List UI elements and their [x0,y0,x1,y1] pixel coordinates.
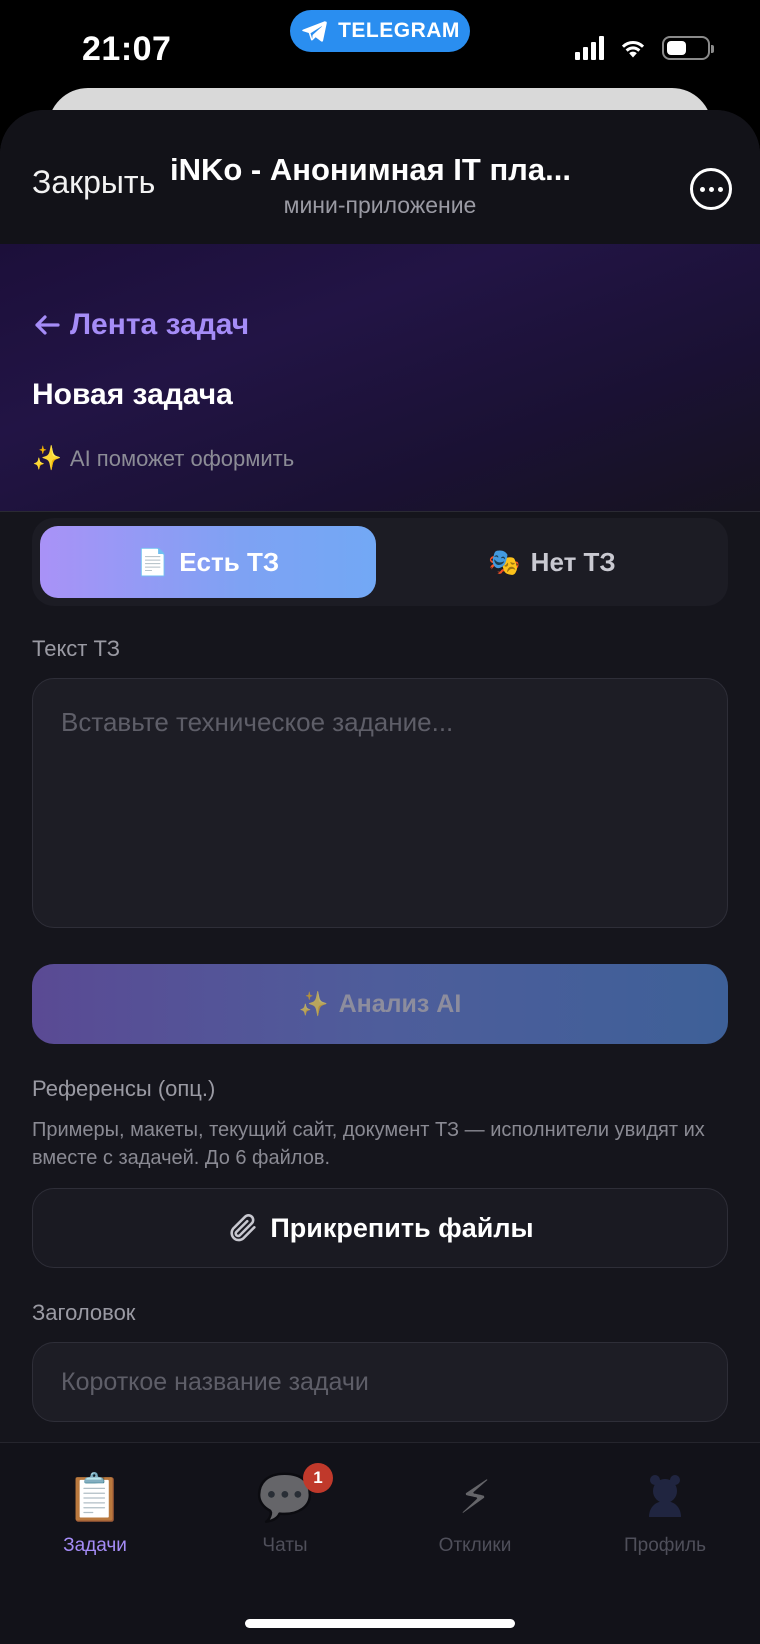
back-link-label: Лента задач [70,308,250,341]
attach-files-label: Прикрепить файлы [270,1212,534,1243]
spec-placeholder: Вставьте техническое задание... [61,707,454,737]
tab-responses[interactable]: ⚡ Отклики [390,1469,560,1644]
bottom-tab-bar: 📋 Задачи 💬 1 Чаты ⚡ Отклики Профиль [0,1442,760,1644]
app-title: iNKo - Анонимная IT пла... [170,152,571,187]
more-icon[interactable] [690,168,732,210]
tab-has-spec-label: Есть ТЗ [179,546,280,577]
battery-icon [662,36,714,60]
profile-icon [639,1469,691,1525]
tab-tasks-label: Задачи [63,1535,127,1556]
lightning-icon: ⚡ [458,1471,492,1523]
screen: 21:07 TELEGRAM Закрыть iNKo - Анонимная … [0,0,760,1644]
mini-app-sheet: Закрыть iNKo - Анонимная IT пла... мини-… [0,110,760,1644]
status-bar: 21:07 TELEGRAM [0,0,760,100]
paperclip-icon [230,1214,256,1242]
spec-mode-switch: 📄 Есть ТЗ 🎭 Нет ТЗ [32,518,728,606]
spec-label: Текст ТЗ [32,636,120,661]
tab-chats[interactable]: 💬 1 Чаты [200,1463,370,1644]
telegram-pill[interactable]: TELEGRAM [290,10,470,52]
clipboard-icon: 📋 [66,1470,124,1523]
sparkles-icon: ✨ [298,990,329,1018]
back-link[interactable]: Лента задач [34,308,249,342]
tab-no-spec[interactable]: 🎭 Нет ТЗ [384,526,720,598]
references-label: Референсы (опц.) [32,1076,216,1101]
wifi-icon [621,40,645,58]
telegram-header: Закрыть iNKo - Анонимная IT пла... мини-… [0,110,760,244]
unread-badge: 1 [303,1463,333,1493]
tab-chats-label: Чаты [262,1535,308,1556]
attach-files-button[interactable]: Прикрепить файлы [32,1188,728,1268]
title-label: Заголовок [32,1300,136,1325]
app-subtitle: мини-приложение [283,192,477,218]
system-icons [575,36,714,60]
ai-analyze-label: Анализ AI [338,989,462,1018]
tab-no-spec-label: Нет ТЗ [530,546,616,577]
telegram-pill-label: TELEGRAM [338,19,460,42]
battery-level [667,41,686,55]
tab-tasks[interactable]: 📋 Задачи [10,1469,180,1644]
profile-avatar-icon [649,1475,681,1517]
home-indicator [245,1619,515,1628]
tab-has-spec[interactable]: 📄 Есть ТЗ [40,526,376,598]
ai-hint: ✨ AI поможет оформить [32,444,294,473]
ai-analyze-button[interactable]: ✨ Анализ AI [32,964,728,1044]
page-title: Новая задача [32,378,233,411]
tab-profile-label: Профиль [623,1535,707,1556]
arrow-left-icon [35,315,60,335]
tab-profile[interactable]: Профиль [580,1469,750,1644]
hero-section: Лента задач Новая задача ✨ AI поможет оф… [0,244,760,512]
spec-textarea[interactable]: Вставьте техническое задание... [32,678,728,928]
title-input[interactable]: Короткое название задачи [32,1342,728,1422]
title-placeholder: Короткое название задачи [61,1367,369,1396]
sparkles-icon: ✨ [32,445,62,472]
telegram-icon [302,21,327,42]
theater-masks-icon: 🎭 [488,546,521,577]
ai-hint-text: AI поможет оформить [69,445,295,471]
document-icon: 📄 [136,546,170,577]
tab-responses-label: Отклики [438,1535,512,1556]
cellular-signal-icon [575,36,604,60]
status-time: 21:07 [82,30,172,68]
form-content: 📄 Есть ТЗ 🎭 Нет ТЗ Текст ТЗ Вставьте тех… [0,518,760,1422]
references-description: Примеры, макеты, текущий сайт, документ … [32,1119,705,1169]
